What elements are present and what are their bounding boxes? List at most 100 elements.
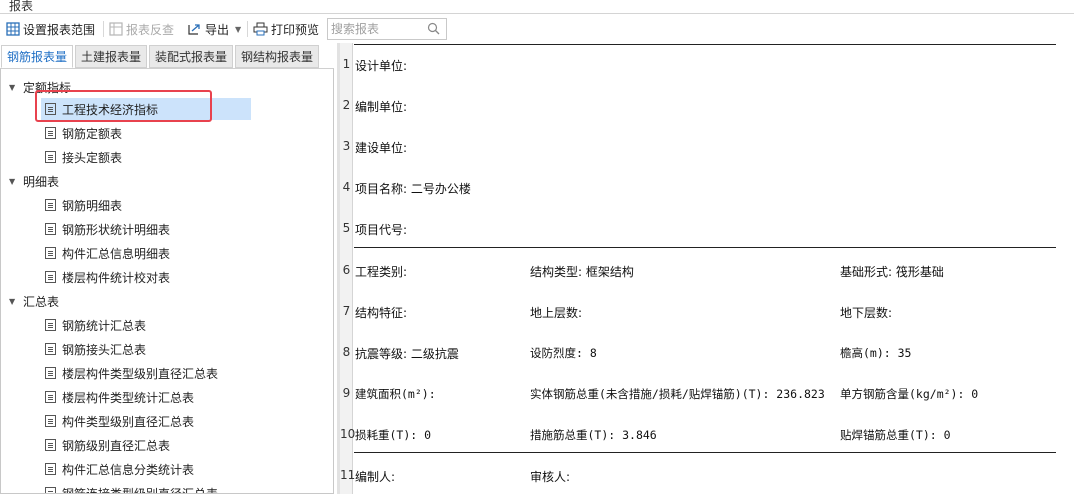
project-category: 工程类别: xyxy=(355,265,408,279)
row-number: 4 xyxy=(342,180,351,194)
floors-above: 地上层数: xyxy=(530,306,583,320)
document-icon xyxy=(45,151,56,163)
tree-item-type-grade-diameter[interactable]: 构件类型级别直径汇总表 xyxy=(41,410,251,432)
search-input[interactable] xyxy=(328,19,424,39)
row-number: 8 xyxy=(342,345,351,359)
document-icon xyxy=(45,415,56,427)
seismic-intensity: 设防烈度: 8 xyxy=(530,346,597,360)
reverse-check-button[interactable]: 报表反查 xyxy=(109,19,174,39)
tree-item-joint-quota[interactable]: 接头定额表 xyxy=(41,146,251,168)
set-range-button[interactable]: 设置报表范围 xyxy=(6,19,95,39)
tree-item-label: 构件汇总信息明细表 xyxy=(62,246,171,261)
compiler: 编制人: xyxy=(355,470,396,484)
export-label: 导出 xyxy=(205,22,230,37)
document-icon xyxy=(45,367,56,379)
tree-group-summary[interactable]: ▼ 汇总表 xyxy=(9,291,59,311)
tab-rebar-report[interactable]: 钢筋报表量 xyxy=(1,45,74,68)
reverse-check-label: 报表反查 xyxy=(126,22,175,37)
tree-item-grade-diameter[interactable]: 钢筋级别直径汇总表 xyxy=(41,434,251,456)
tree-item-rebar-joint-summary[interactable]: 钢筋接头汇总表 xyxy=(41,338,251,360)
eave-height: 檐高(m): 35 xyxy=(840,346,912,360)
tab-steel-report[interactable]: 钢结构报表量 xyxy=(235,45,320,68)
project-code: 项目代号: xyxy=(355,223,408,237)
tree-item-label: 楼层构件统计校对表 xyxy=(62,270,171,285)
tab-civil-report[interactable]: 土建报表量 xyxy=(75,45,148,68)
row-number: 2 xyxy=(342,98,351,112)
printer-icon xyxy=(253,22,268,36)
tree-item-label: 接头定额表 xyxy=(62,150,123,165)
tree-item-floor-type-stats[interactable]: 楼层构件类型统计汇总表 xyxy=(41,386,251,408)
tree-item-label: 钢筋连接类型级别直径汇总表 xyxy=(62,486,219,494)
tree-item-label: 钢筋级别直径汇总表 xyxy=(62,438,171,453)
reviewer: 审核人: xyxy=(530,470,571,484)
structure-type: 结构类型: 框架结构 xyxy=(530,265,634,279)
document-icon xyxy=(45,463,56,475)
caret-down-icon[interactable]: ▼ xyxy=(9,297,17,306)
table-grid-icon xyxy=(6,22,20,36)
search-box xyxy=(327,18,447,40)
document-icon xyxy=(45,343,56,355)
row-number-gutter: 1 2 3 4 5 6 7 8 9 10 11 xyxy=(340,43,356,494)
tree-group-label: 汇总表 xyxy=(23,294,60,309)
tree-item-label: 构件汇总信息分类统计表 xyxy=(62,462,195,477)
tree-item-label: 钢筋统计汇总表 xyxy=(62,318,147,333)
row-number: 11 xyxy=(340,468,356,482)
row-number: 6 xyxy=(342,263,351,277)
tree-item-label: 构件类型级别直径汇总表 xyxy=(62,414,195,429)
tree-item-label: 钢筋明细表 xyxy=(62,198,123,213)
tree-item-floor-check[interactable]: 楼层构件统计校对表 xyxy=(41,266,251,288)
row-number: 5 xyxy=(342,221,351,235)
tree-item-label: 楼层构件类型统计汇总表 xyxy=(62,390,195,405)
chevron-down-icon[interactable]: ▼ xyxy=(235,25,241,34)
tree-item-component-class-stats[interactable]: 构件汇总信息分类统计表 xyxy=(41,458,251,480)
report-rule-top xyxy=(354,44,1056,45)
measure-rebar-weight: 措施筋总重(T): 3.846 xyxy=(530,428,657,442)
tree-item-rebar-stats-summary[interactable]: 钢筋统计汇总表 xyxy=(41,314,251,336)
tree-item-component-summary-detail[interactable]: 构件汇总信息明细表 xyxy=(41,242,251,264)
document-icon xyxy=(45,247,56,259)
toolbar-separator xyxy=(247,21,248,37)
toolbar-separator xyxy=(103,21,104,37)
tree-item-rebar-shape-detail[interactable]: 钢筋形状统计明细表 xyxy=(41,218,251,240)
building-area: 建筑面积(m²): xyxy=(355,387,436,401)
export-icon xyxy=(188,24,200,35)
foundation-type: 基础形式: 筏形基础 xyxy=(840,265,944,279)
seismic-grade: 抗震等级: 二级抗震 xyxy=(355,347,459,361)
report-tree: ▼ 定额指标 工程技术经济指标 钢筋定额表 接头定额表 ▼ 明细表 钢筋明细表 … xyxy=(0,68,334,494)
construction-unit: 建设单位: xyxy=(355,141,408,155)
row-number: 9 xyxy=(342,386,351,400)
loss-weight: 损耗重(T): 0 xyxy=(355,428,432,442)
print-preview-button[interactable]: 打印预览 xyxy=(253,19,319,39)
document-icon xyxy=(45,271,56,283)
document-icon xyxy=(45,127,56,139)
document-icon xyxy=(45,319,56,331)
document-icon xyxy=(45,439,56,451)
caret-down-icon[interactable]: ▼ xyxy=(9,83,17,92)
window-title: 报表 xyxy=(9,0,34,13)
export-button[interactable]: 导出 ▼ xyxy=(187,19,241,39)
tree-item-label: 钢筋定额表 xyxy=(62,126,123,141)
rebar-per-area: 单方钢筋含量(kg/m²): 0 xyxy=(840,387,979,401)
document-icon xyxy=(45,487,56,493)
document-icon xyxy=(45,223,56,235)
row-number: 3 xyxy=(342,139,351,153)
tree-item-rebar-detail[interactable]: 钢筋明细表 xyxy=(41,194,251,216)
design-unit: 设计单位: xyxy=(355,59,408,73)
search-icon[interactable] xyxy=(427,22,440,35)
total-rebar-weight: 实体钢筋总重(未含措施/损耗/贴焊锚筋)(T): 236.823 xyxy=(530,387,825,401)
tab-prefab-report[interactable]: 装配式报表量 xyxy=(149,45,234,68)
highlight-box xyxy=(35,90,212,122)
tree-item-connection-type-summary[interactable]: 钢筋连接类型级别直径汇总表 xyxy=(41,482,251,494)
caret-down-icon[interactable]: ▼ xyxy=(9,177,17,186)
structure-feature: 结构特征: xyxy=(355,306,408,320)
tree-item-rebar-quota[interactable]: 钢筋定额表 xyxy=(41,122,251,144)
tree-item-label: 钢筋接头汇总表 xyxy=(62,342,147,357)
set-range-label: 设置报表范围 xyxy=(23,22,96,37)
report-rule-bottom xyxy=(354,452,1056,453)
tree-group-detail[interactable]: ▼ 明细表 xyxy=(9,171,59,191)
tree-item-label: 楼层构件类型级别直径汇总表 xyxy=(62,366,219,381)
tree-item-floor-type-grade-diameter[interactable]: 楼层构件类型级别直径汇总表 xyxy=(41,362,251,384)
document-icon xyxy=(45,391,56,403)
tree-group-label: 明细表 xyxy=(23,174,60,189)
document-icon xyxy=(45,199,56,211)
